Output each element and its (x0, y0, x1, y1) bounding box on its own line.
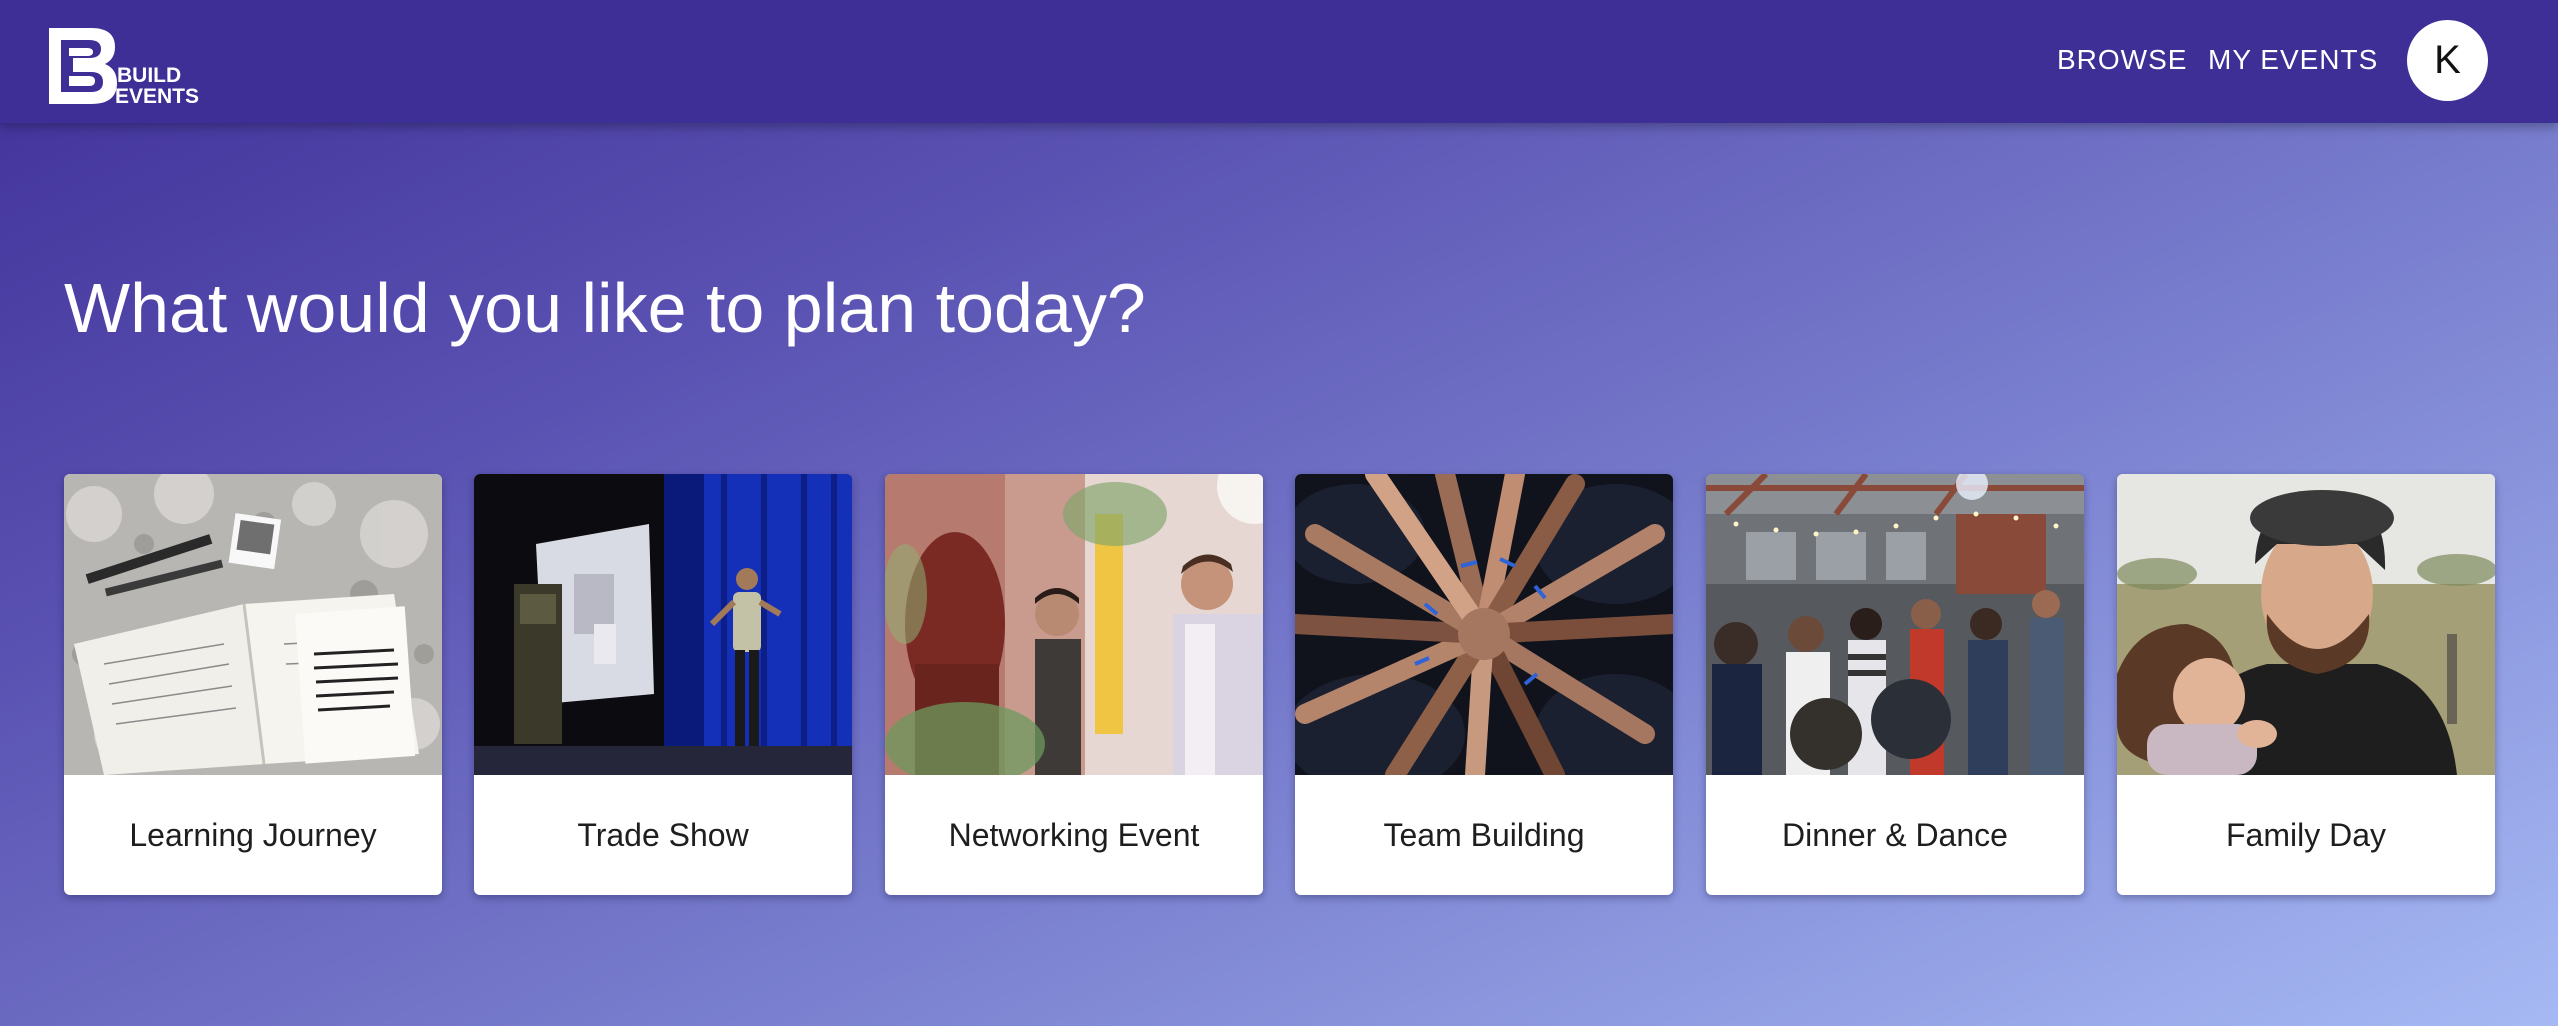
app-bar: BUILD EVENTS BROWSE MY EVENTS K (0, 0, 2558, 123)
team-building-label: Team Building (1383, 817, 1585, 853)
logo-word-build: BUILD (117, 64, 181, 87)
networking-event-image (885, 474, 1263, 775)
team-building-image (1295, 474, 1673, 775)
page-headline: What would you like to plan today? (64, 269, 1146, 347)
user-avatar[interactable]: K (2407, 20, 2488, 101)
event-type-card-team-building[interactable]: Team Building (1295, 474, 1673, 895)
build-events-logo[interactable]: BUILD EVENTS (47, 26, 207, 106)
dinner-and-dance-image (1706, 474, 2084, 775)
learning-journey-image (64, 474, 442, 775)
event-type-card-learning-journey[interactable]: Learning Journey (64, 474, 442, 895)
nav-my-events-link[interactable]: MY EVENTS (2208, 42, 2378, 78)
event-type-card-trade-show[interactable]: Trade Show (474, 474, 852, 895)
event-type-card-family-day[interactable]: Family Day (2117, 474, 2495, 895)
family-day-label: Family Day (2225, 817, 2386, 853)
logo-mark: BUILD EVENTS (49, 28, 199, 106)
event-type-card-networking-event[interactable]: Networking Event (885, 474, 1263, 895)
networking-event-label: Networking Event (948, 817, 1200, 853)
event-type-card-dinner-and-dance[interactable]: Dinner & Dance (1706, 474, 2084, 895)
trade-show-image (474, 474, 852, 775)
nav-browse-link[interactable]: BROWSE (2057, 42, 2187, 78)
dinner-and-dance-label: Dinner & Dance (1782, 817, 2008, 853)
family-day-image (2117, 474, 2495, 775)
logo-word-events: EVENTS (115, 85, 199, 106)
trade-show-label: Trade Show (577, 817, 749, 853)
learning-journey-label: Learning Journey (129, 817, 377, 853)
